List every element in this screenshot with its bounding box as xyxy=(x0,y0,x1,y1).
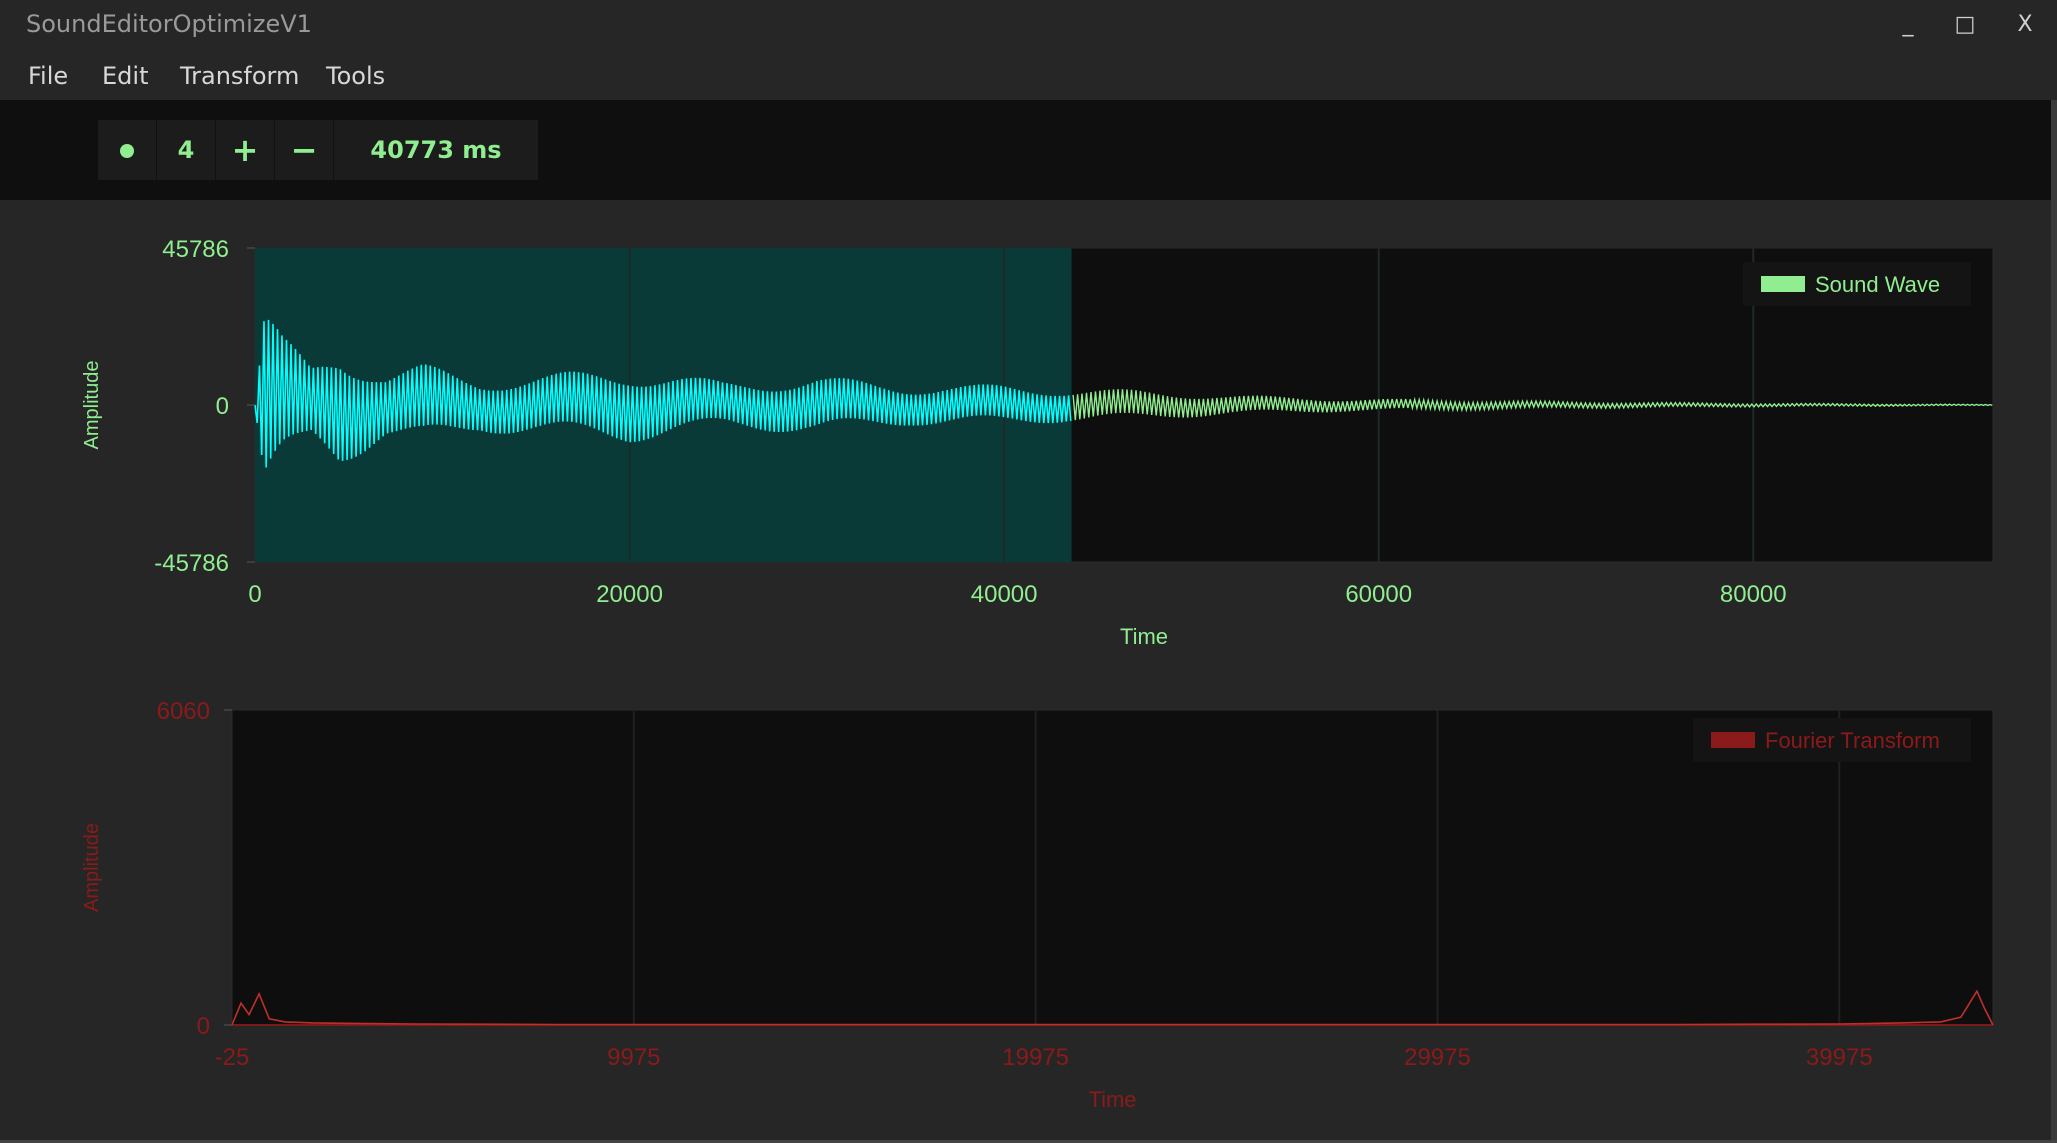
y-tick-label: -45786 xyxy=(154,550,229,577)
sound-wave-chart[interactable]: 0 20000 40000 60000 80000 457860-45786 Time … xyxy=(81,236,1994,649)
y-tick-label: 6060 xyxy=(157,698,210,725)
legend-swatch xyxy=(1711,732,1755,748)
y-tick-label: 0 xyxy=(216,393,229,420)
title-bar: SoundEditorOptimizeV1 _ □ X xyxy=(0,0,2057,50)
sound-wave-x-axis-label: Time xyxy=(1120,624,1168,649)
sound-wave-y-axis-label: Amplitude xyxy=(81,361,103,450)
x-tick-label: 60000 xyxy=(1345,581,1412,608)
fourier-x-ticks: -25 9975 19975 29975 39975 xyxy=(215,1044,1873,1071)
fourier-y-ticks: 6060 0 xyxy=(157,698,232,1040)
vertical-scrollbar[interactable] xyxy=(2051,100,2057,1140)
record-button[interactable] xyxy=(98,120,156,180)
menu-bar: File Edit Transform Tools xyxy=(0,50,2057,100)
x-tick-label: 29975 xyxy=(1404,1044,1471,1071)
sound-wave-y-ticks: 45786 0 -45786 xyxy=(154,236,255,577)
plus-button[interactable]: + xyxy=(216,120,274,180)
record-dot-icon xyxy=(120,143,134,158)
x-tick-label: 80000 xyxy=(1720,581,1787,608)
x-tick-label: 9975 xyxy=(607,1044,660,1071)
window-title: SoundEditorOptimizeV1 xyxy=(26,10,312,38)
time-display: 40773 ms xyxy=(370,136,502,164)
x-tick-label: -25 xyxy=(215,1044,250,1071)
legend-label: Sound Wave xyxy=(1815,272,1940,297)
menu-tools[interactable]: Tools xyxy=(326,58,385,94)
x-tick-label: 40000 xyxy=(971,581,1038,608)
toolbar: 4 + − 40773 ms xyxy=(0,100,2057,200)
legend-swatch xyxy=(1761,276,1805,292)
x-tick-label: 39975 xyxy=(1806,1044,1873,1071)
menu-file[interactable]: File xyxy=(28,58,68,94)
sound-wave-legend: Sound Wave xyxy=(1743,262,1971,306)
minimize-button[interactable]: _ xyxy=(1888,8,1928,42)
x-tick-label: 20000 xyxy=(596,581,663,608)
close-button[interactable]: X xyxy=(2005,8,2045,42)
fourier-legend: Fourier Transform xyxy=(1693,718,1971,762)
menu-edit[interactable]: Edit xyxy=(102,58,148,94)
fourier-x-axis-label: Time xyxy=(1088,1087,1136,1112)
y-tick-label: 45786 xyxy=(162,236,229,263)
fourier-chart[interactable]: -25 9975 19975 29975 39975 6060 0 Time Amplit… xyxy=(81,698,1994,1112)
legend-label: Fourier Transform xyxy=(1765,728,1940,753)
menu-transform[interactable]: Transform xyxy=(180,58,299,94)
fourier-y-axis-label: Amplitude xyxy=(81,823,103,912)
y-tick-label: 0 xyxy=(197,1013,210,1040)
x-tick-label: 0 xyxy=(248,581,261,608)
maximize-button[interactable]: □ xyxy=(1945,8,1985,42)
count-value[interactable]: 4 xyxy=(157,120,215,180)
playback-controls: 4 + − 40773 ms xyxy=(98,120,538,180)
charts-area: 0 20000 40000 60000 80000 457860-45786 Time … xyxy=(81,236,1994,1112)
x-tick-label: 19975 xyxy=(1002,1044,1069,1071)
minus-button[interactable]: − xyxy=(275,120,333,180)
sound-wave-x-ticks: 0 20000 40000 60000 80000 xyxy=(248,581,1786,608)
